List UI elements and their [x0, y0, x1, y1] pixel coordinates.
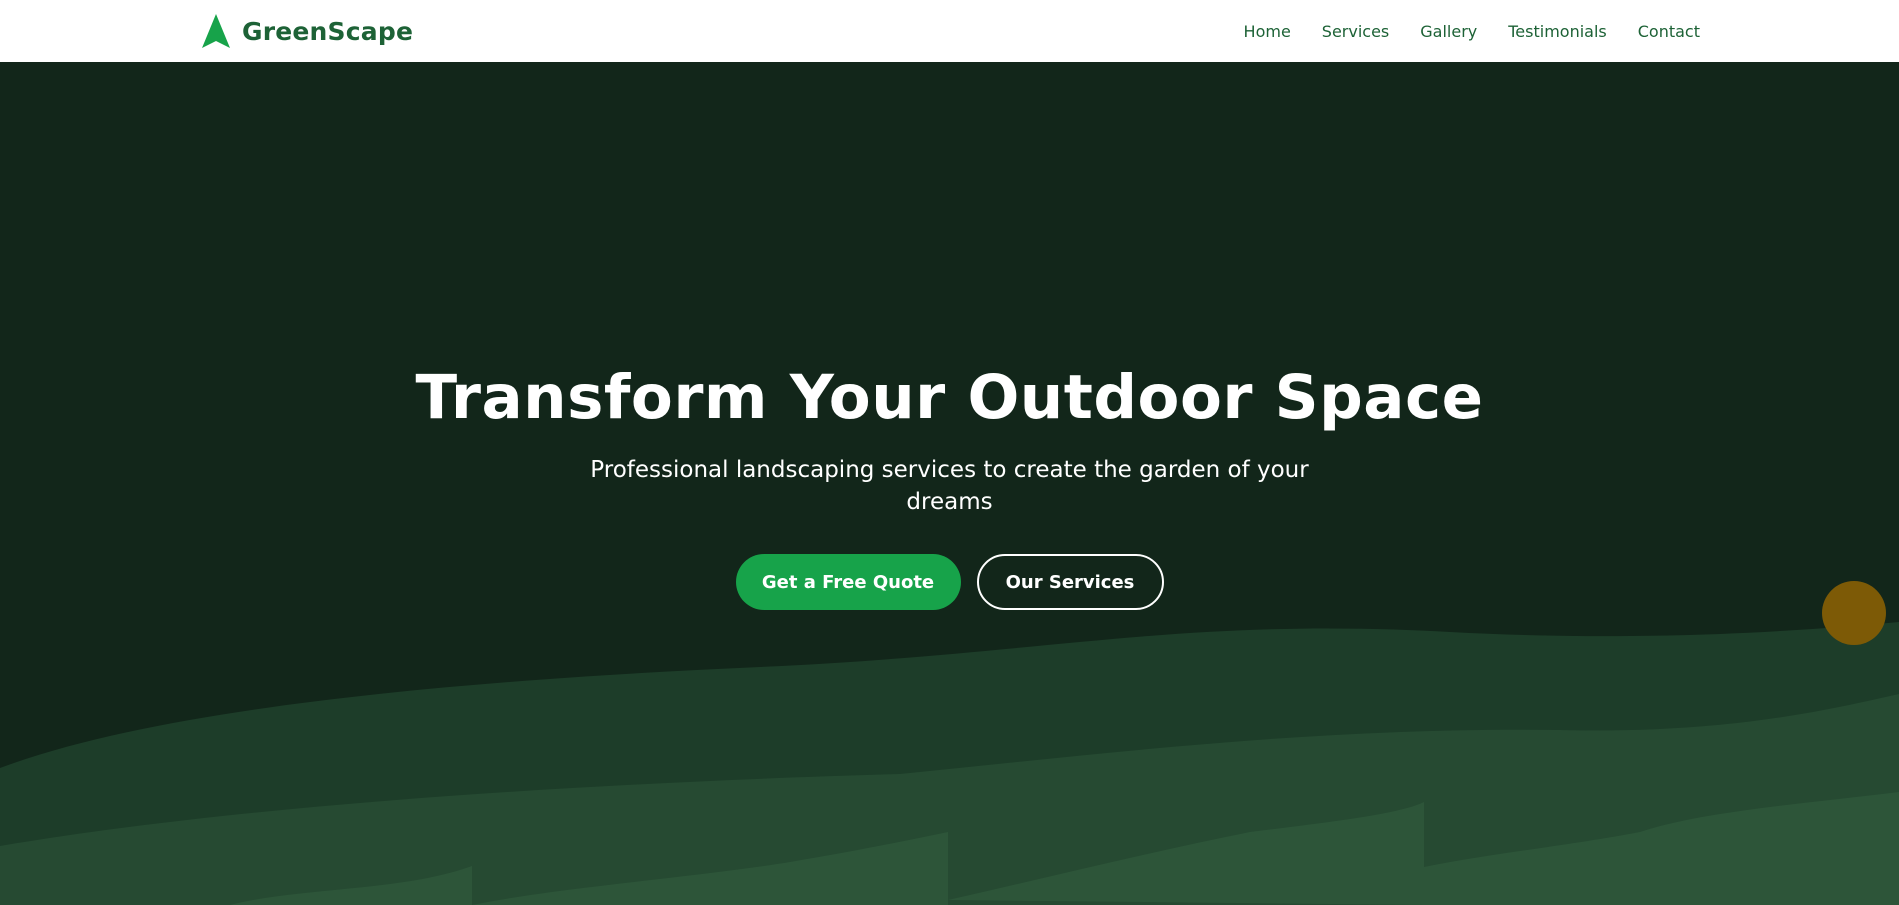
nav-item-gallery: Gallery [1420, 22, 1477, 41]
get-free-quote-button[interactable]: Get a Free Quote [735, 554, 961, 610]
nav-item-services: Services [1322, 22, 1389, 41]
tree-icon [202, 14, 230, 48]
nav-link-testimonials[interactable]: Testimonials [1508, 22, 1607, 41]
nav-item-home: Home [1244, 22, 1291, 41]
hero-content: Transform Your Outdoor Space Professiona… [0, 362, 1899, 610]
hero-actions: Get a Free Quote Our Services [0, 554, 1899, 610]
hero-section: Transform Your Outdoor Space Professiona… [0, 62, 1899, 905]
nav-link-services[interactable]: Services [1322, 22, 1389, 41]
nav-item-contact: Contact [1638, 22, 1700, 41]
brand-link[interactable]: GreenScape [202, 0, 413, 62]
nav-item-testimonials: Testimonials [1508, 22, 1607, 41]
hero-title: Transform Your Outdoor Space [415, 362, 1484, 433]
sun-circle-decoration [1822, 581, 1886, 645]
main-nav: Home Services Gallery Testimonials Conta… [1244, 0, 1700, 62]
hero-subtitle: Professional landscaping services to cre… [590, 457, 1309, 515]
nav-link-home[interactable]: Home [1244, 22, 1291, 41]
site-header: GreenScape Home Services Gallery Testimo… [0, 0, 1899, 62]
nav-link-contact[interactable]: Contact [1638, 22, 1700, 41]
our-services-button[interactable]: Our Services [976, 554, 1164, 610]
brand-name: GreenScape [242, 16, 414, 46]
nav-link-gallery[interactable]: Gallery [1420, 22, 1477, 41]
